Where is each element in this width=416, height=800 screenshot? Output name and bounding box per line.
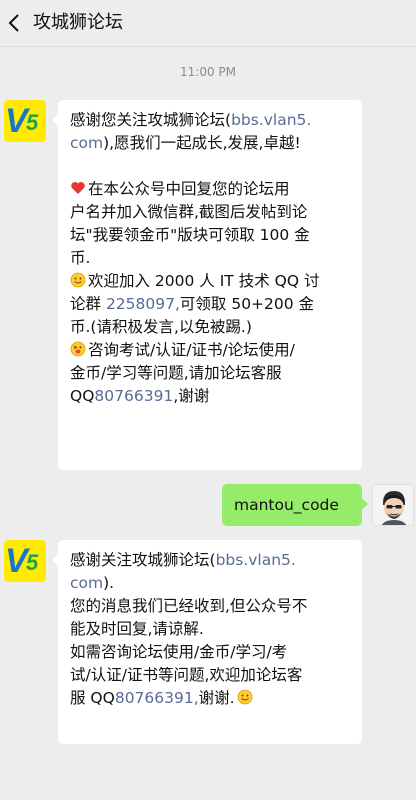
logo-number: 5	[26, 110, 39, 135]
message-line: 试/认证/证书等问题,欢迎加论坛客	[70, 666, 303, 684]
back-button[interactable]	[0, 0, 30, 46]
message-line: 坛"我要领金币"版块可领取 100 金	[70, 226, 310, 244]
chat-title: 攻城狮论坛	[33, 12, 123, 33]
v5-logo: V 5	[4, 100, 46, 142]
message-line: 论群 2258097,可领取 50+200 金	[70, 295, 315, 313]
logo-number: 5	[26, 550, 39, 575]
message-line: 户名并加入微信群,截图后发帖到论	[70, 203, 308, 221]
bot-avatar[interactable]: V 5	[4, 100, 46, 142]
user-face-icon	[381, 491, 407, 525]
message-line: 金币/学习等问题,请加论坛客服	[70, 364, 282, 382]
v5-logo: V 5	[4, 540, 46, 582]
smile-icon	[70, 272, 86, 288]
message-line: 服 QQ80766391,谢谢.	[70, 687, 350, 710]
message-line: 您的消息我们已经收到,但公众号不	[70, 597, 308, 615]
message-line: com).	[70, 574, 115, 592]
message-bubble-auto-reply[interactable]: 感谢关注攻城狮论坛(bbs.vlan5. com). 您的消息我们已经收到,但公…	[52, 540, 362, 744]
message-line: 能及时回复,请谅解.	[70, 620, 204, 638]
message-line: 在本公众号中回复您的论坛用	[70, 178, 350, 201]
bot-avatar[interactable]: V 5	[4, 540, 46, 582]
message-line: 如需咨询论坛使用/金币/学习/考	[70, 643, 288, 661]
back-chevron-icon	[8, 14, 19, 32]
message-line: QQ80766391,谢谢	[70, 387, 210, 405]
smile-icon	[237, 689, 252, 705]
qq-service-link[interactable]: 80766391	[94, 387, 173, 405]
forum-link-cont[interactable]: com	[70, 134, 103, 152]
message-timestamp: 11:00 PM	[180, 65, 236, 79]
message-bubble-welcome[interactable]: 感谢您关注攻城狮论坛(bbs.vlan5. com),愿我们一起成长,发展,卓越…	[52, 100, 362, 470]
message-line: 咨询考试/认证/证书/论坛使用/	[70, 339, 350, 362]
chat-header: 攻城狮论坛	[0, 0, 416, 47]
forum-link-cont[interactable]: com	[70, 574, 103, 592]
tongue-out-icon	[70, 341, 86, 357]
message-line: 币.(请积极发言,以免被踢.)	[70, 318, 252, 336]
heart-icon	[71, 182, 85, 194]
message-line: 币.	[70, 249, 91, 267]
message-line: 欢迎加入 2000 人 IT 技术 QQ 讨	[70, 270, 350, 293]
forum-link[interactable]: bbs.vlan5.	[216, 551, 296, 569]
forum-link[interactable]: bbs.vlan5.	[231, 111, 311, 129]
message-bubble-user[interactable]: mantou_code	[222, 484, 368, 526]
message-line: com),愿我们一起成长,发展,卓越!	[70, 134, 301, 152]
logo-letter: V	[5, 102, 28, 140]
user-avatar[interactable]	[372, 484, 414, 526]
logo-letter: V	[5, 542, 28, 580]
message-line: 感谢关注攻城狮论坛(bbs.vlan5.	[70, 551, 296, 569]
qq-group-link[interactable]: 2258097,	[106, 295, 180, 313]
message-text: mantou_code	[234, 496, 339, 514]
qq-service-link[interactable]: 80766391,	[115, 689, 199, 707]
message-line: 感谢您关注攻城狮论坛(bbs.vlan5.	[70, 111, 312, 129]
